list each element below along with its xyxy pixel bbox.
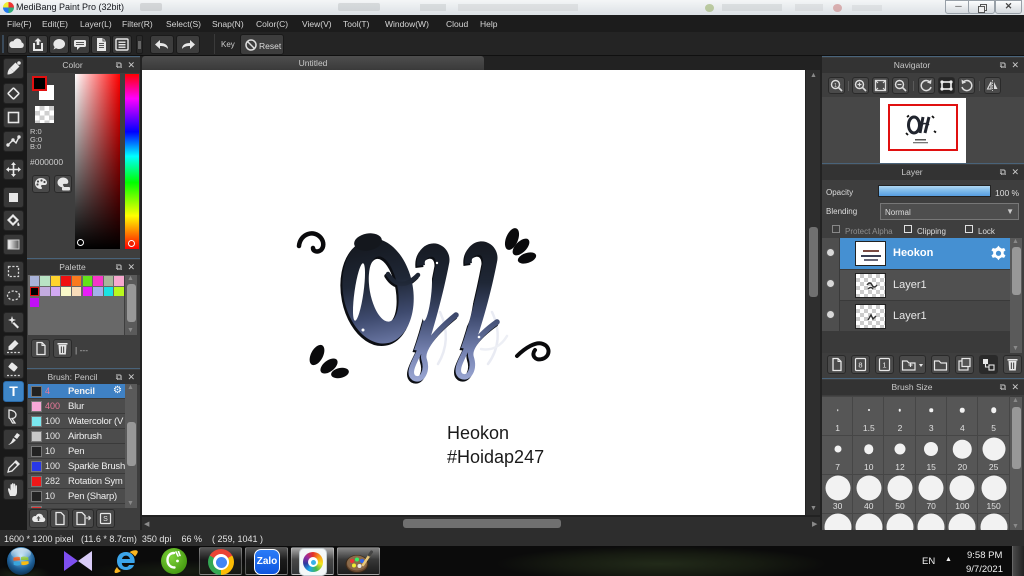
svg-text:8: 8 (858, 361, 862, 370)
svg-text:S: S (103, 516, 108, 523)
svg-text:1: 1 (882, 361, 886, 370)
svg-text:1: 1 (834, 83, 837, 89)
